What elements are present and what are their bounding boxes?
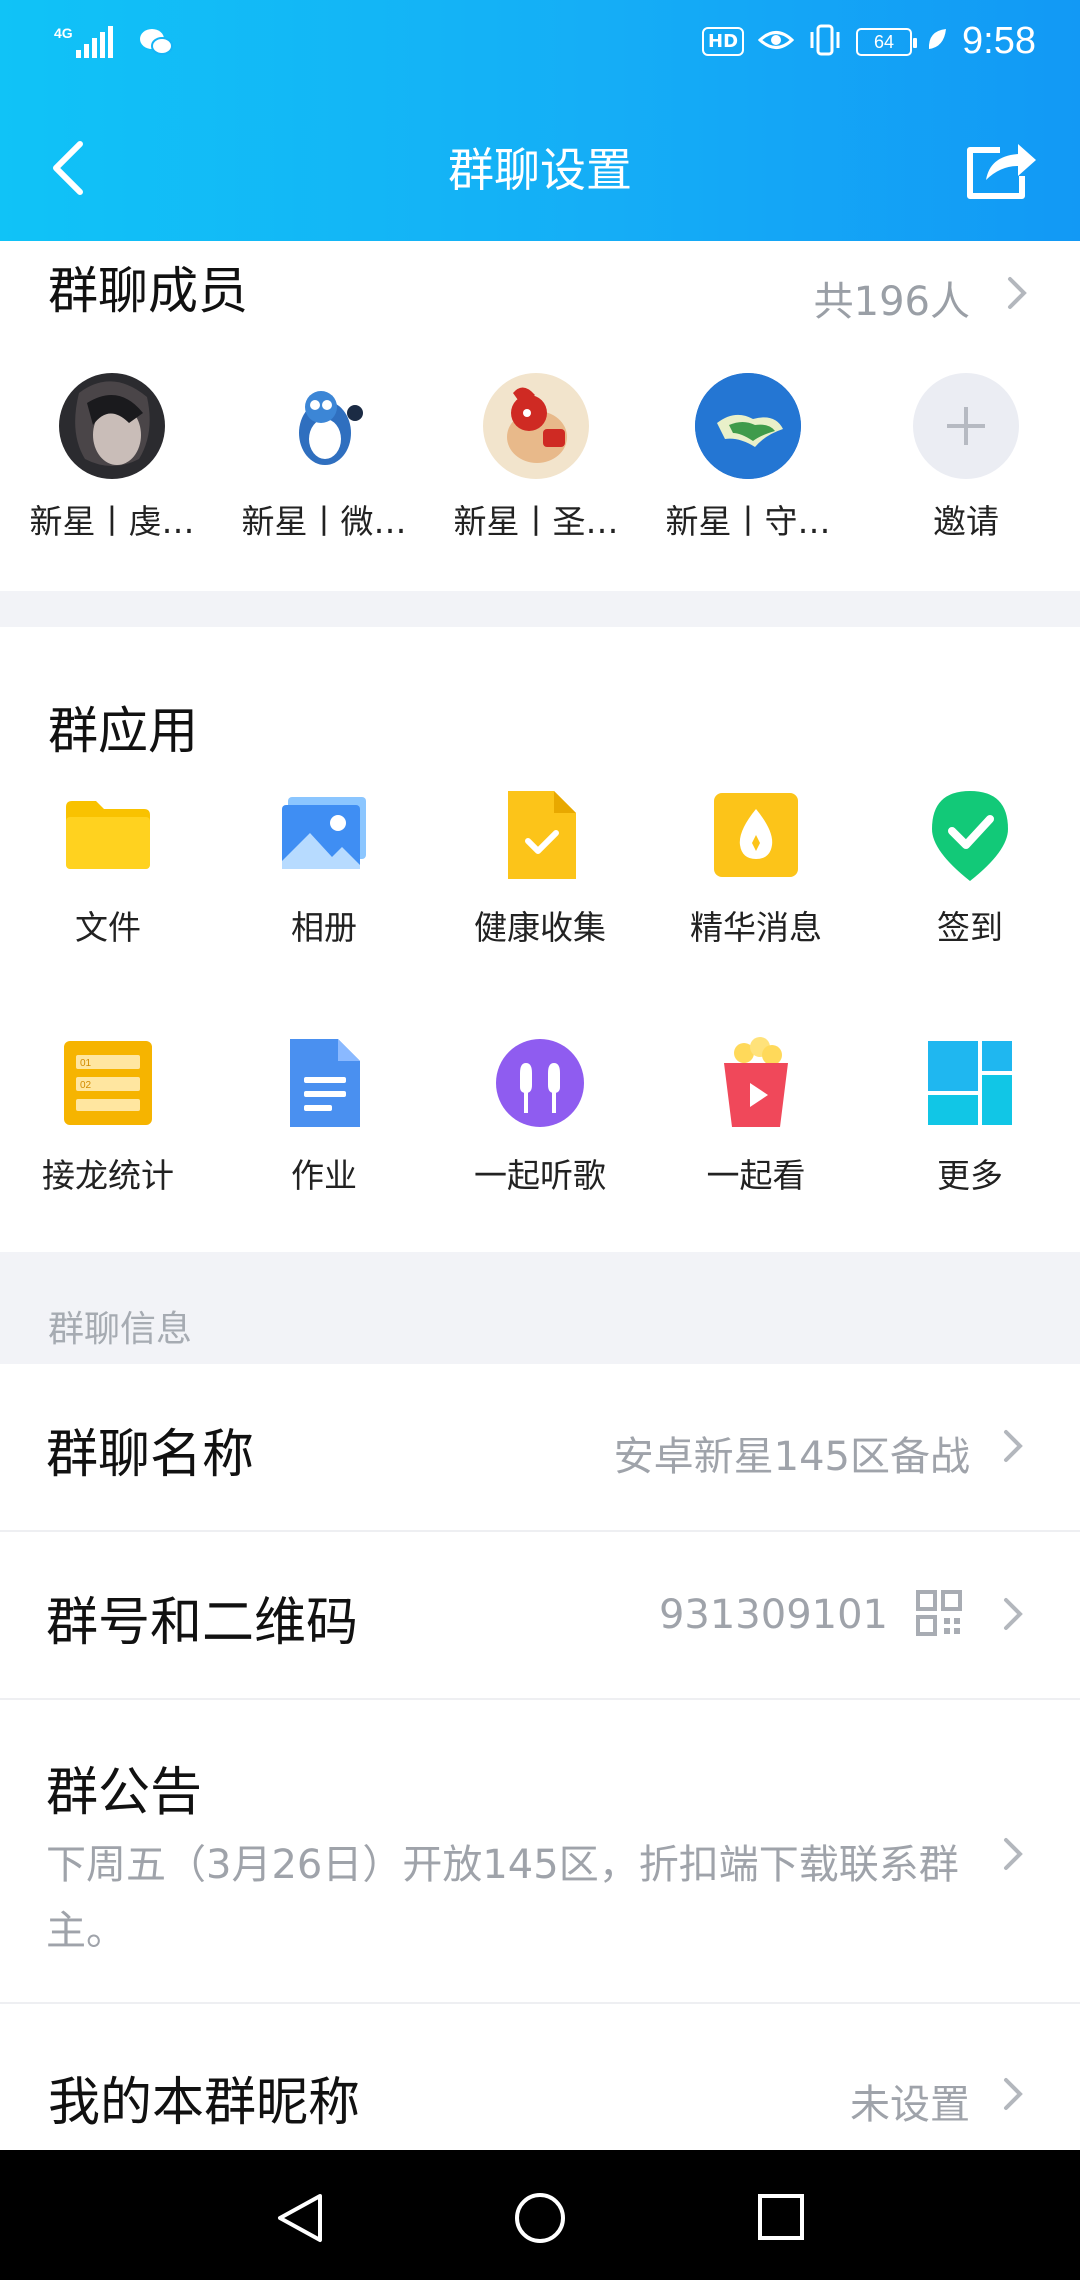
group-number-value: 931309101 [658, 1592, 888, 1638]
member-item[interactable]: 新星丨圣… [436, 373, 636, 543]
app-watch-together[interactable]: 一起看 [656, 1035, 856, 1197]
more-grid-icon [922, 1035, 1018, 1131]
system-navigation-bar [0, 2150, 1080, 2280]
group-name-label: 群聊名称 [46, 1425, 255, 1485]
listen-together-icon [492, 1035, 588, 1131]
app-checkin[interactable]: 签到 [870, 787, 1070, 949]
member-item[interactable]: 新星丨虔… [12, 373, 212, 543]
app-label: 文件 [75, 908, 141, 947]
svg-text:01: 01 [80, 1058, 92, 1069]
app-listen-together[interactable]: 一起听歌 [440, 1035, 640, 1197]
avatar [483, 373, 589, 479]
group-number-label: 群号和二维码 [46, 1593, 359, 1653]
folder-icon [60, 787, 156, 883]
battery-indicator: 64 [856, 27, 918, 56]
signal-icon: 4G [54, 24, 124, 64]
leaf-icon [926, 27, 948, 57]
group-notice-label: 群公告 [46, 1763, 203, 1823]
chevron-right-icon [1004, 2078, 1023, 2110]
chevron-right-icon [1004, 1430, 1023, 1462]
homework-icon [276, 1035, 372, 1131]
member-count[interactable]: 共196人 [814, 269, 970, 327]
chevron-right-icon [1004, 1598, 1023, 1630]
status-bar: 4G HD 64 9:58 [0, 0, 1080, 92]
info-section-label: 群聊信息 [48, 1309, 193, 1350]
avatar [271, 373, 377, 479]
nav-home-icon[interactable] [512, 2190, 568, 2246]
member-name: 新星丨微… [241, 502, 407, 541]
group-notice-text: 下周五（3月26日）开放145区，折扣端下载联系群主。 [46, 1842, 959, 1954]
page-title: 群聊设置 [448, 143, 632, 197]
section-gap [0, 591, 1080, 627]
relay-stats-icon: 01 02 [60, 1035, 156, 1131]
share-icon [967, 144, 1036, 199]
avatar [59, 373, 165, 479]
invite-button[interactable]: 邀请 [866, 373, 1066, 543]
members-title: 群聊成员 [48, 262, 248, 320]
photo-album-icon [276, 787, 372, 883]
nav-back-icon[interactable] [272, 2190, 326, 2246]
health-check-icon [492, 787, 588, 883]
member-name: 新星丨圣… [453, 502, 619, 541]
group-number-row[interactable]: 群号和二维码 931309101 [0, 1532, 1080, 1698]
my-nickname-row[interactable]: 我的本群昵称 未设置 [0, 2004, 1080, 2150]
apps-title: 群应用 [48, 702, 198, 760]
app-label: 一起看 [706, 1156, 806, 1195]
share-button[interactable] [960, 134, 1040, 204]
vibrate-icon [808, 24, 842, 60]
members-section: 群聊成员 共196人 新星丨虔… 新星丨微… 新星丨圣… 新星丨守… 邀请 [0, 241, 1080, 591]
plus-icon [913, 373, 1019, 479]
app-essence[interactable]: 精华消息 [656, 787, 856, 949]
app-label: 相册 [291, 908, 357, 947]
app-label: 作业 [291, 1156, 357, 1195]
app-health-collect[interactable]: 健康收集 [440, 787, 640, 949]
app-album[interactable]: 相册 [224, 787, 424, 949]
invite-label: 邀请 [933, 502, 999, 541]
chevron-right-icon [1004, 1838, 1023, 1870]
member-name: 新星丨虔… [29, 502, 195, 541]
app-label: 精华消息 [690, 908, 822, 947]
qr-code-icon [916, 1590, 962, 1636]
app-label: 更多 [937, 1156, 1003, 1195]
group-notice-row[interactable]: 群公告 下周五（3月26日）开放145区，折扣端下载联系群主。 [0, 1700, 1080, 2002]
my-nickname-label: 我的本群昵称 [48, 2073, 361, 2133]
member-item[interactable]: 新星丨微… [224, 373, 424, 543]
section-gap: 群聊信息 [0, 1252, 1080, 1364]
nav-bar: 群聊设置 [0, 110, 1080, 220]
app-label: 健康收集 [474, 908, 606, 947]
app-files[interactable]: 文件 [8, 787, 208, 949]
wechat-icon [138, 26, 174, 62]
app-label: 接龙统计 [42, 1156, 174, 1195]
eye-comfort-icon [757, 27, 795, 57]
group-apps-section: 群应用 文件 相册 健康收集 精华消息 签到 01 02 接龙统计 作业 一起听… [0, 627, 1080, 1252]
svg-text:02: 02 [80, 1080, 92, 1091]
essence-message-icon [708, 787, 804, 883]
group-name-value: 安卓新星145区备战 [613, 1434, 970, 1480]
app-more[interactable]: 更多 [870, 1035, 1070, 1197]
nav-recents-icon[interactable] [756, 2192, 806, 2242]
group-name-row[interactable]: 群聊名称 安卓新星145区备战 [0, 1364, 1080, 1530]
checkin-icon [922, 787, 1018, 883]
chevron-right-icon[interactable] [1004, 273, 1030, 313]
app-relay[interactable]: 01 02 接龙统计 [8, 1035, 208, 1197]
header-bar: 4G HD 64 9:58 群聊设置 [0, 0, 1080, 241]
avatar [695, 373, 801, 479]
hd-badge: HD [702, 27, 745, 56]
my-nickname-value: 未设置 [850, 2082, 970, 2128]
member-item[interactable]: 新星丨守… [648, 373, 848, 543]
app-label: 一起听歌 [474, 1156, 606, 1195]
svg-text:4G: 4G [54, 25, 73, 41]
app-label: 签到 [937, 908, 1003, 947]
app-homework[interactable]: 作业 [224, 1035, 424, 1197]
watch-together-icon [708, 1035, 804, 1131]
clock: 9:58 [962, 20, 1036, 62]
member-name: 新星丨守… [665, 502, 831, 541]
